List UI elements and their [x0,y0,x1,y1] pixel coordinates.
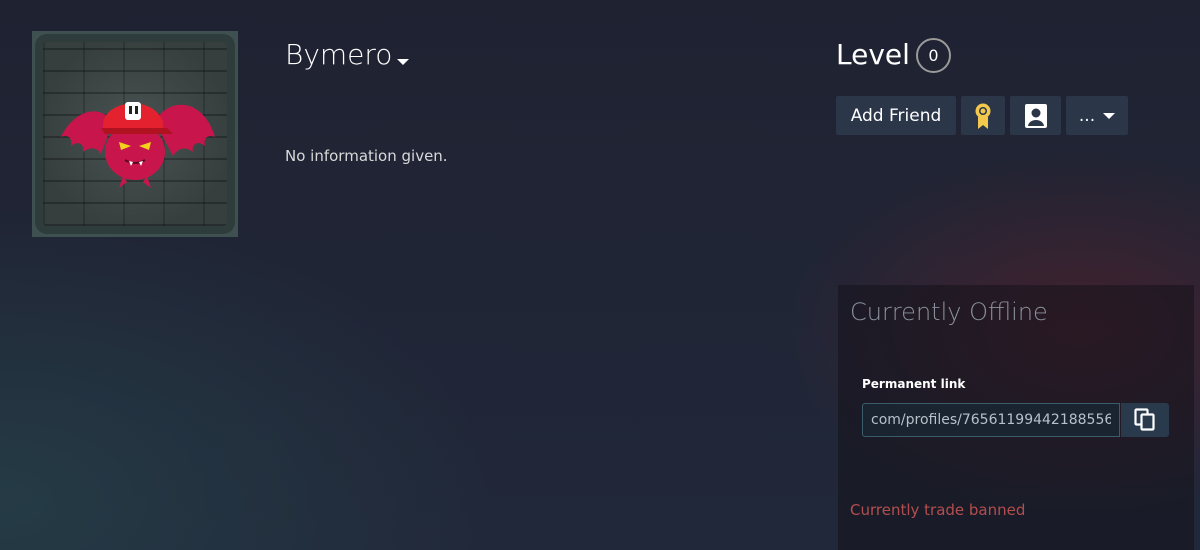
permanent-link-label: Permanent link [862,377,966,391]
avatar-image [35,34,235,234]
more-actions-button[interactable]: ... [1066,96,1128,135]
permanent-link-field[interactable] [862,403,1120,437]
view-profile-button[interactable] [1010,96,1061,135]
more-label: ... [1078,105,1096,126]
name-history-caret-icon[interactable] [397,59,409,65]
persona-name: Bymero [285,38,393,71]
add-friend-button[interactable]: Add Friend [836,96,956,135]
level-label: Level [836,38,910,71]
copy-icon [1134,408,1155,431]
user-card-icon [1024,103,1047,128]
bat-avatar-icon [61,102,215,188]
chevron-down-icon [1103,112,1116,119]
trade-ban-notice: Currently trade banned [850,501,1026,519]
add-friend-label: Add Friend [850,105,942,126]
award-button[interactable] [961,96,1005,135]
level-badge[interactable]: 0 [916,38,951,73]
profile-summary: No information given. [285,147,448,165]
online-status: Currently Offline [850,298,1048,326]
copy-link-button[interactable] [1121,403,1169,437]
award-ribbon-icon [975,103,991,129]
level-value: 0 [928,46,939,65]
status-panel: Currently Offline Permanent link Current… [838,285,1194,550]
avatar[interactable] [32,31,238,237]
